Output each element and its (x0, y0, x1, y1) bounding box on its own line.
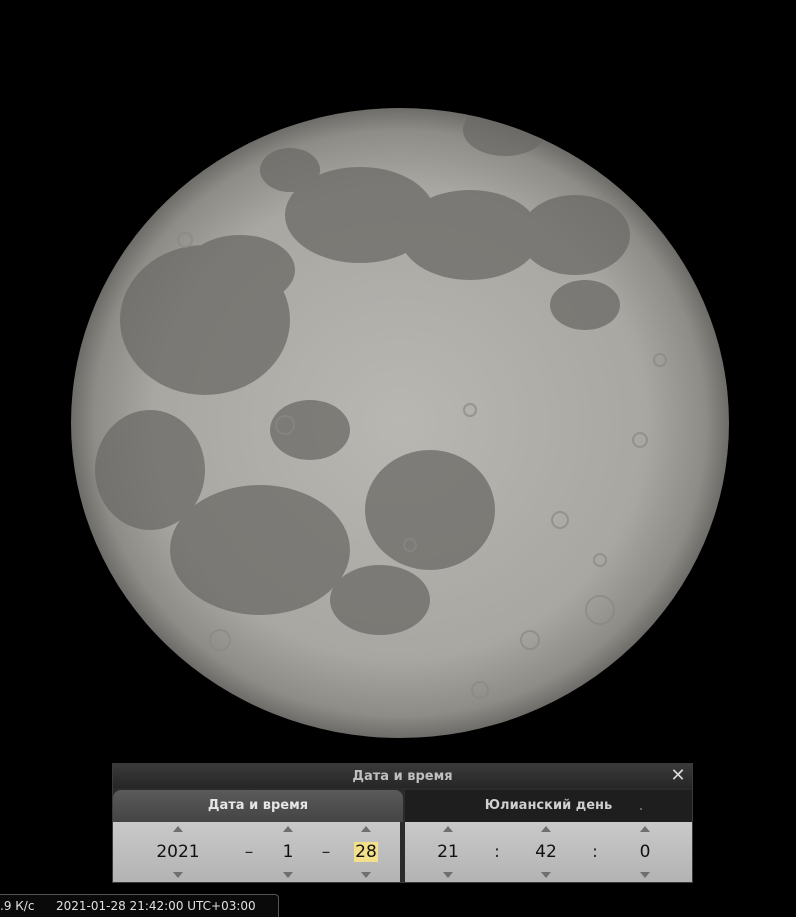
date-separator: – (244, 842, 254, 862)
dialog-title: Дата и время (113, 764, 692, 788)
second-down-arrow-icon[interactable] (640, 872, 650, 878)
minute-up-arrow-icon[interactable] (541, 826, 551, 832)
month-down-arrow-icon[interactable] (283, 872, 293, 878)
fps-readout: .9 К/с (0, 899, 35, 913)
day-down-arrow-icon[interactable] (361, 872, 371, 878)
day-value-text[interactable]: 28 (354, 842, 378, 862)
time-panel: 21 : 42 : 0 (405, 822, 692, 882)
date-separator: – (321, 842, 331, 862)
month-spinbox[interactable]: 1 (263, 822, 313, 882)
close-icon[interactable]: ✕ (668, 766, 688, 786)
second-spinbox[interactable]: 0 (617, 822, 673, 882)
status-bar: .9 К/с 2021-01-28 21:42:00 UTC+03:00 (0, 894, 279, 917)
date-time-dialog: Дата и время ✕ Дата и время Юлианский де… (113, 764, 692, 882)
day-spinbox[interactable]: 28 (341, 822, 391, 882)
hour-down-arrow-icon[interactable] (443, 872, 453, 878)
date-panel: 2021 – 1 – 28 (113, 822, 400, 882)
minute-down-arrow-icon[interactable] (541, 872, 551, 878)
day-value[interactable]: 28 (341, 841, 391, 863)
time-separator: : (494, 842, 500, 862)
tab-julian-day[interactable]: Юлианский день (405, 790, 692, 822)
status-datetime: 2021-01-28 21:42:00 UTC+03:00 (56, 899, 256, 913)
decorative-dot (640, 808, 642, 810)
time-separator: : (592, 842, 598, 862)
minute-value[interactable]: 42 (518, 841, 574, 863)
hour-value[interactable]: 21 (420, 841, 476, 863)
tab-date-time[interactable]: Дата и время (113, 790, 403, 822)
month-value[interactable]: 1 (263, 841, 313, 863)
year-spinbox[interactable]: 2021 (133, 822, 223, 882)
month-up-arrow-icon[interactable] (283, 826, 293, 832)
hour-up-arrow-icon[interactable] (443, 826, 453, 832)
year-down-arrow-icon[interactable] (173, 872, 183, 878)
second-up-arrow-icon[interactable] (640, 826, 650, 832)
year-value[interactable]: 2021 (133, 841, 223, 863)
minute-spinbox[interactable]: 42 (518, 822, 574, 882)
second-value[interactable]: 0 (617, 841, 673, 863)
hour-spinbox[interactable]: 21 (420, 822, 476, 882)
sky-view[interactable]: Дата и время ✕ Дата и время Юлианский де… (0, 0, 796, 917)
day-up-arrow-icon[interactable] (361, 826, 371, 832)
year-up-arrow-icon[interactable] (173, 826, 183, 832)
